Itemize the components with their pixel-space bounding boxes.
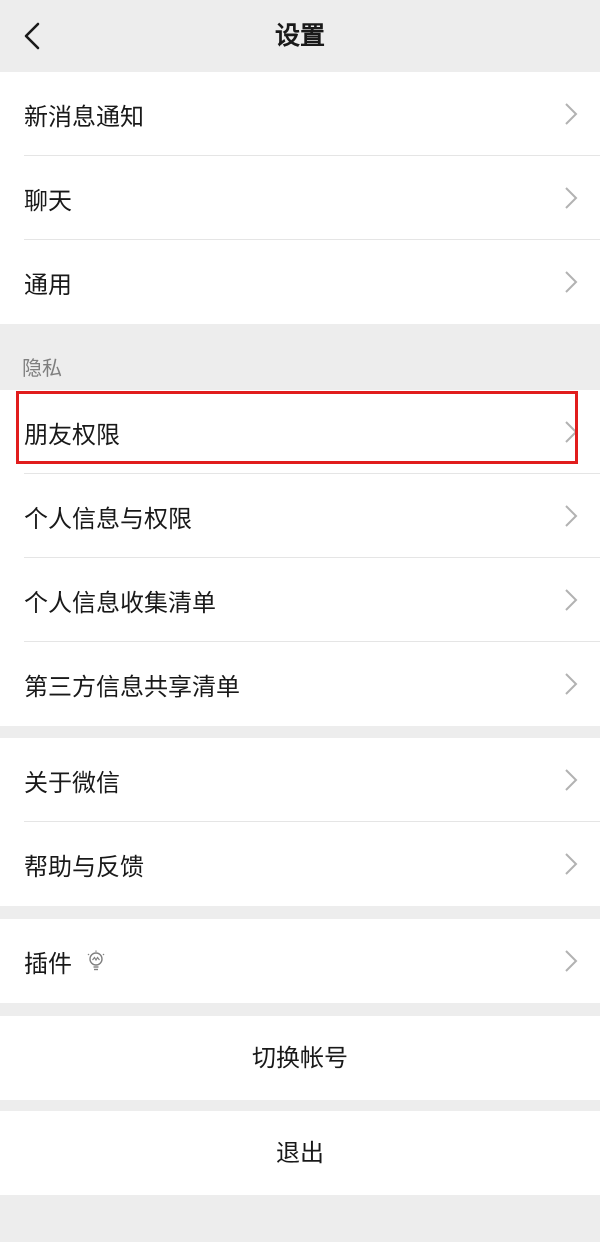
settings-item-label: 帮助与反馈 <box>24 852 144 881</box>
settings-item-personal-info-permissions[interactable]: 个人信息与权限 <box>0 474 600 558</box>
back-button[interactable] <box>10 12 54 60</box>
page-title: 设置 <box>274 21 325 50</box>
settings-item-personal-info-list[interactable]: 个人信息收集清单 <box>0 558 600 642</box>
settings-item-label: 个人信息与权限 <box>24 504 192 533</box>
settings-item-label: 第三方信息共享清单 <box>24 672 240 701</box>
general-settings-group: 新消息通知 聊天 通用 <box>0 72 600 324</box>
chevron-right-icon <box>565 421 578 443</box>
settings-item-general[interactable]: 通用 <box>0 240 600 324</box>
chevron-right-icon <box>565 769 578 791</box>
chevron-right-icon <box>565 589 578 611</box>
chevron-right-icon <box>565 505 578 527</box>
switch-account-button[interactable]: 切换帐号 <box>0 1016 600 1100</box>
lightbulb-icon <box>87 950 105 971</box>
chevron-right-icon <box>565 853 578 875</box>
chevron-left-icon <box>24 22 40 50</box>
settings-item-friend-permissions[interactable]: 朋友权限 <box>0 390 600 474</box>
settings-item-label: 新消息通知 <box>24 102 144 131</box>
privacy-settings-group: 朋友权限 个人信息与权限 个人信息收集清单 第三方信息共享清单 <box>0 390 600 726</box>
settings-item-label: 通用 <box>24 270 72 299</box>
chevron-right-icon <box>565 673 578 695</box>
settings-item-plugins[interactable]: 插件 <box>0 919 600 1003</box>
logout-button[interactable]: 退出 <box>0 1111 600 1195</box>
settings-item-chat[interactable]: 聊天 <box>0 156 600 240</box>
settings-item-label: 聊天 <box>24 186 72 215</box>
settings-screen: 设置 新消息通知 聊天 通用 隐私 朋友权限 个人信息与权限 个人信息收集清单 … <box>0 0 600 1242</box>
settings-item-notifications[interactable]: 新消息通知 <box>0 72 600 156</box>
about-help-group: 关于微信 帮助与反馈 <box>0 738 600 906</box>
chevron-right-icon <box>565 187 578 209</box>
settings-item-help-feedback[interactable]: 帮助与反馈 <box>0 822 600 906</box>
settings-item-label: 插件 <box>24 949 72 978</box>
section-header-privacy: 隐私 <box>22 356 62 380</box>
chevron-right-icon <box>565 271 578 293</box>
plugins-group: 插件 <box>0 919 600 1003</box>
settings-item-third-party-sharing-list[interactable]: 第三方信息共享清单 <box>0 642 600 726</box>
nav-bar: 设置 <box>0 0 600 72</box>
chevron-right-icon <box>565 103 578 125</box>
chevron-right-icon <box>565 950 578 972</box>
settings-item-label: 个人信息收集清单 <box>24 588 216 617</box>
settings-item-label: 朋友权限 <box>24 420 120 449</box>
settings-item-label: 关于微信 <box>24 768 120 797</box>
settings-item-about[interactable]: 关于微信 <box>0 738 600 822</box>
